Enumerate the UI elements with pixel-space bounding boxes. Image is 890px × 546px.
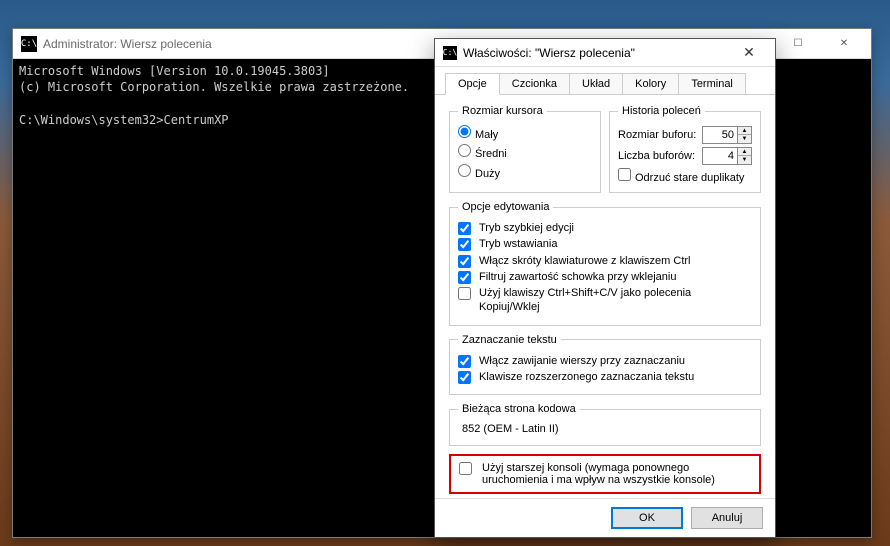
spin-down-icon[interactable]: ▼	[738, 135, 751, 143]
tab-options[interactable]: Opcje	[445, 73, 500, 95]
dialog-titlebar[interactable]: C:\ Właściwości: "Wiersz polecenia" ✕	[435, 39, 775, 67]
close-button[interactable]: ✕	[821, 29, 867, 59]
legacy-console-checkbox[interactable]: Użyj starszej konsoli (wymaga ponownego …	[459, 462, 751, 486]
cursor-medium-radio[interactable]: Średni	[458, 144, 592, 161]
console-line: Microsoft Windows [Version 10.0.19045.38…	[19, 64, 330, 78]
cancel-button[interactable]: Anuluj	[691, 507, 763, 529]
edit-legend: Opcje edytowania	[458, 201, 553, 213]
cmd-title: Administrator: Wiersz polecenia	[43, 37, 212, 51]
cursor-size-group: Rozmiar kursora Mały Średni Duży	[449, 105, 601, 193]
extended-keys-checkbox[interactable]: Klawisze rozszerzonego zaznaczania tekst…	[458, 370, 752, 384]
tab-terminal[interactable]: Terminal	[678, 73, 746, 94]
codepage-group: Bieżąca strona kodowa 852 (OEM - Latin I…	[449, 403, 761, 446]
spin-up-icon[interactable]: ▲	[738, 148, 751, 156]
dialog-button-row: OK Anuluj	[435, 498, 775, 537]
tab-font[interactable]: Czcionka	[499, 73, 570, 94]
filter-clipboard-checkbox[interactable]: Filtruj zawartość schowka przy wklejaniu	[458, 270, 752, 284]
maximize-button[interactable]: ☐	[775, 29, 821, 59]
legacy-console-highlight: Użyj starszej konsoli (wymaga ponownego …	[449, 454, 761, 494]
cmd-icon: C:\	[21, 36, 37, 52]
tab-colors[interactable]: Kolory	[622, 73, 679, 94]
cmd-icon: C:\	[443, 46, 457, 60]
quick-edit-checkbox[interactable]: Tryb szybkiej edycji	[458, 221, 752, 235]
cursor-large-radio[interactable]: Duży	[458, 164, 592, 181]
insert-mode-checkbox[interactable]: Tryb wstawiania	[458, 237, 752, 251]
buffer-count-label: Liczba buforów:	[618, 150, 695, 162]
history-legend: Historia poleceń	[618, 105, 705, 117]
spin-up-icon[interactable]: ▲	[738, 127, 751, 135]
codepage-value: 852 (OEM - Latin II)	[458, 421, 752, 437]
tab-strip: Opcje Czcionka Układ Kolory Terminal	[435, 67, 775, 95]
properties-dialog: C:\ Właściwości: "Wiersz polecenia" ✕ Op…	[434, 38, 776, 538]
console-line: C:\Windows\system32>CentrumXP	[19, 113, 229, 127]
console-line: (c) Microsoft Corporation. Wszelkie praw…	[19, 80, 409, 94]
ctrl-shortcuts-checkbox[interactable]: Włącz skróty klawiaturowe z klawiszem Ct…	[458, 254, 752, 268]
cursor-legend: Rozmiar kursora	[458, 105, 547, 117]
ok-button[interactable]: OK	[611, 507, 683, 529]
ctrl-shift-cv-checkbox[interactable]: Użyj klawiszy Ctrl+Shift+C/V jako polece…	[458, 286, 752, 315]
dialog-title: Właściwości: "Wiersz polecenia"	[463, 46, 635, 60]
cursor-small-radio[interactable]: Mały	[458, 125, 592, 142]
buffer-count-spinner[interactable]: ▲▼	[702, 147, 752, 165]
edit-options-group: Opcje edytowania Tryb szybkiej edycji Tr…	[449, 201, 761, 326]
tab-layout[interactable]: Układ	[569, 73, 623, 94]
text-select-group: Zaznaczanie tekstu Włącz zawijanie wiers…	[449, 334, 761, 396]
spin-down-icon[interactable]: ▼	[738, 156, 751, 164]
buffer-size-spinner[interactable]: ▲▼	[702, 126, 752, 144]
select-legend: Zaznaczanie tekstu	[458, 334, 561, 346]
discard-duplicates-checkbox[interactable]: Odrzuć stare duplikaty	[618, 172, 744, 184]
tab-body-options: Rozmiar kursora Mały Średni Duży Histori…	[435, 95, 775, 498]
buffer-size-label: Rozmiar buforu:	[618, 129, 696, 141]
buffer-count-input[interactable]	[703, 149, 737, 163]
buffer-size-input[interactable]	[703, 128, 737, 142]
history-group: Historia poleceń Rozmiar buforu: ▲▼ Licz…	[609, 105, 761, 193]
dialog-close-button[interactable]: ✕	[729, 39, 769, 67]
codepage-legend: Bieżąca strona kodowa	[458, 403, 580, 415]
line-wrap-checkbox[interactable]: Włącz zawijanie wierszy przy zaznaczaniu	[458, 354, 752, 368]
